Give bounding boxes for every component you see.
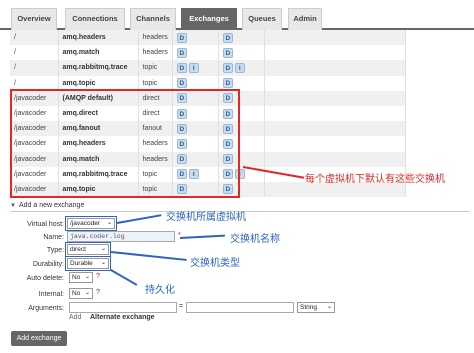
argument-value-field[interactable] [186,302,294,313]
virtual-host-note: 交换机所属虚拟机 [166,212,246,223]
help-marker: ? [96,289,100,296]
default-exchanges-highlight [10,89,240,198]
rate-cell [264,105,407,122]
auto-delete-label: Auto delete: [26,275,64,282]
feature-badge: D [176,62,187,73]
virtual-host-arrow [116,214,162,224]
durability-arrow [110,269,138,286]
features-cell: D [172,30,219,46]
type-arrow [110,251,187,261]
rate-cell [264,45,407,61]
features-cell-2: DI [218,60,265,76]
features-cell-2: D [218,30,265,46]
name-label: Name: [43,234,64,241]
exchange-name-link[interactable]: amq.rabbitmq.trace [58,60,139,76]
durability-label: Durability: [32,261,64,268]
feature-badge: D [222,78,233,89]
vhost-cell: / [10,30,59,46]
argument-key-field[interactable] [69,302,177,313]
section-title: Add a new exchange [18,202,85,209]
feature-badge: D [222,62,233,73]
features-cell-2: D [218,45,265,61]
chevron-down-icon: ⌄ [84,274,90,280]
feature-badge: I [188,62,199,73]
internal-label: Internal: [38,291,64,298]
rate-cell [264,90,407,106]
table-row[interactable]: / amq.match headers D D [10,45,407,61]
internal-value: No [72,290,81,297]
alternate-exchange-link[interactable]: Alternate exchange [90,314,180,321]
feature-badge: D [176,47,187,58]
name-field[interactable]: java.coder.log [67,231,175,242]
add-exchange-button[interactable]: Add exchange [11,331,67,346]
table-row[interactable]: / amq.rabbitmq.trace topic D I D I [10,60,407,76]
tab-queues[interactable]: Queues [242,8,282,30]
rate-cell [264,75,407,91]
rate-cell [264,30,407,46]
rate-cell [264,151,407,167]
name-note: 交换机名称 [230,234,280,245]
rate-cell [264,136,407,152]
features-cell: D [172,45,219,61]
tab-exchanges[interactable]: Exchanges [181,8,237,30]
tab-overview[interactable]: Overview [11,8,57,30]
type-label: Type: [46,247,64,254]
chevron-down-icon: ⌄ [326,304,332,310]
collapse-triangle-icon: ▼ [10,203,16,209]
internal-select[interactable]: No ⌄ [69,288,93,299]
argument-type-value: String [300,304,317,311]
arguments-label: Arguments: [28,305,64,312]
type-cell: headers [138,45,173,61]
vhost-cell: / [10,45,59,61]
feature-badge: I [234,62,245,73]
virtual-host-label: Virtual host: [27,221,64,228]
vhost-cell: / [10,60,59,76]
table-row[interactable]: / amq.headers headers D D [10,30,407,46]
feature-badge: D [176,78,187,89]
feature-badge: D [222,32,233,43]
feature-badge: D [176,32,187,43]
type-cell: topic [138,60,173,76]
add-argument-link[interactable]: Add [69,314,83,321]
tab-connections[interactable]: Connections [65,8,125,30]
exchange-name-link[interactable]: amq.headers [58,30,139,46]
feature-badge: D [222,47,233,58]
type-cell: headers [138,30,173,46]
argument-type-select[interactable]: String ⌄ [297,302,335,313]
name-arrow [179,234,225,239]
type-highlight [65,242,111,257]
durability-highlight [65,256,111,271]
tab-channels[interactable]: Channels [130,8,176,30]
durability-note: 持久化 [145,285,175,296]
rate-cell [264,60,407,76]
chevron-down-icon: ⌄ [84,290,90,296]
default-exchanges-note: 每个虚拟机下默认有这些交换机 [305,174,445,185]
auto-delete-select[interactable]: No ⌄ [69,272,93,283]
features-cell: DI [172,60,219,76]
virtual-host-highlight [65,216,117,231]
nav-tabs: Overview Connections Channels Exchanges … [0,0,474,30]
auto-delete-value: No [72,274,81,281]
exchange-name-link[interactable]: amq.match [58,45,139,61]
help-marker: ? [96,273,100,280]
tab-admin[interactable]: Admin [288,8,322,30]
rate-cell [264,121,407,137]
arguments-equals: = [178,303,184,310]
type-note: 交换机类型 [190,258,240,269]
